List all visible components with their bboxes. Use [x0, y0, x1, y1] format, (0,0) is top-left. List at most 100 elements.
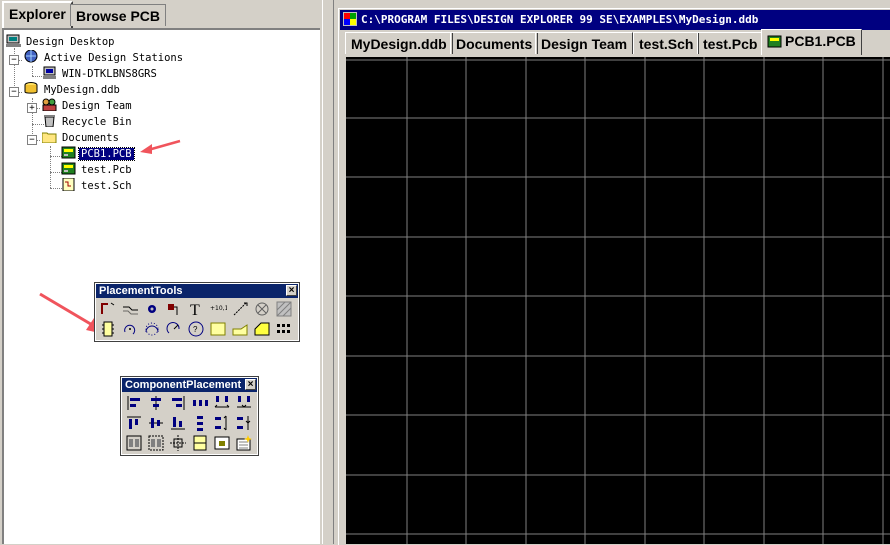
coordinate-pad-button[interactable]	[252, 300, 272, 318]
arrange-in-room-icon	[126, 435, 142, 451]
document-title: C:\PROGRAM FILES\DESIGN EXPLORER 99 SE\E…	[361, 13, 759, 26]
svg-text:?: ?	[193, 325, 198, 334]
tree-item-recycle-bin[interactable]: Recycle Bin	[42, 114, 134, 129]
desktop-icon	[6, 34, 21, 47]
document-title-bar[interactable]: C:\PROGRAM FILES\DESIGN EXPLORER 99 SE\E…	[340, 10, 890, 30]
pcb-file-icon	[767, 32, 782, 48]
tab-documents[interactable]: Documents	[450, 32, 539, 54]
tree-item-test-sch[interactable]: test.Sch	[61, 177, 134, 193]
make-vertical-spacing-equal-button[interactable]	[190, 414, 210, 432]
interactive-route-icon	[123, 306, 138, 315]
arc-any-button[interactable]	[164, 320, 184, 338]
track-icon	[101, 302, 115, 314]
align-bottom-icon	[171, 417, 185, 430]
track-button[interactable]	[98, 300, 118, 318]
tab-test-pcb[interactable]: test.Pcb	[697, 32, 764, 54]
increase-horizontal-spacing-button[interactable]	[212, 394, 232, 412]
arc-center-button[interactable]	[120, 320, 140, 338]
database-icon	[24, 82, 39, 95]
tree-item-design-desktop[interactable]: Design Desktop	[6, 34, 117, 49]
split-plane-icon	[254, 322, 270, 336]
align-bottom-button[interactable]	[168, 414, 188, 432]
string-button[interactable]: T	[186, 300, 206, 318]
component-placement-close-button[interactable]: ×	[245, 379, 256, 390]
collapse-database-toggle[interactable]: −	[9, 87, 19, 97]
arc-edge-button[interactable]	[142, 320, 162, 338]
move-to-grid-button[interactable]	[190, 434, 210, 452]
align-left-button[interactable]	[124, 394, 144, 412]
schematic-file-icon	[61, 177, 76, 192]
placement-tools-title[interactable]: PlacementTools ×	[96, 284, 298, 298]
polygon-button[interactable]	[230, 320, 250, 338]
arrange-outside-board-button[interactable]	[168, 434, 188, 452]
tree-item-test-pcb[interactable]: test.Pcb	[61, 162, 134, 177]
tab-design-team[interactable]: Design Team	[535, 32, 634, 54]
tree-item-documents[interactable]: Documents	[41, 130, 121, 145]
auto-place-icon	[236, 435, 252, 451]
open-folder-icon	[41, 130, 57, 144]
decrease-vertical-spacing-icon	[237, 416, 251, 430]
interactive-route-button[interactable]	[120, 300, 140, 318]
string-icon: T	[190, 302, 200, 318]
component-button[interactable]	[98, 320, 118, 338]
move-to-room-icon	[214, 436, 230, 450]
full-circle-button[interactable]: ?	[186, 320, 206, 338]
increase-vertical-spacing-button[interactable]	[212, 414, 232, 432]
placement-tools-toolbar[interactable]: PlacementTools× T +10,10?	[94, 282, 300, 342]
fill-hatch-button[interactable]	[274, 300, 294, 318]
tab-browse-pcb[interactable]: Browse PCB	[70, 4, 167, 26]
tree-item-mydesign-ddb[interactable]: MyDesign.ddb	[24, 82, 122, 97]
tree-item-pcb1-pcb[interactable]: PCB1.PCB	[61, 146, 135, 161]
align-horizontal-center-button[interactable]	[146, 394, 166, 412]
tab-explorer[interactable]: Explorer	[2, 1, 73, 28]
component-placement-title[interactable]: ComponentPlacement ×	[122, 378, 257, 392]
fill-button[interactable]	[208, 320, 228, 338]
arc-edge-icon	[145, 322, 159, 336]
explorer-tab-bar: Explorer Browse PCB	[0, 0, 326, 28]
tab-mydesign-ddb[interactable]: MyDesign.ddb	[345, 32, 453, 54]
design-team-icon	[42, 98, 57, 112]
pad-icon	[168, 304, 178, 315]
arrange-in-room-button[interactable]	[124, 434, 144, 452]
pcb-canvas[interactable]	[346, 57, 890, 544]
align-right-button[interactable]	[168, 394, 188, 412]
pane-splitter[interactable]	[322, 0, 334, 544]
align-top-button[interactable]	[124, 414, 144, 432]
tree-item-active-design-stations[interactable]: Active Design Stations	[24, 49, 185, 65]
expand-design-team-toggle[interactable]: +	[27, 103, 37, 113]
full-circle-icon: ?	[188, 321, 204, 337]
via-button[interactable]	[142, 300, 162, 318]
tab-pcb1-pcb[interactable]: PCB1.PCB	[761, 29, 862, 55]
tree-item-station[interactable]: WIN-DTKLBNS8GRS	[42, 66, 159, 81]
split-plane-button[interactable]	[252, 320, 272, 338]
collapse-stations-toggle[interactable]: −	[9, 55, 19, 65]
collapse-documents-toggle[interactable]: −	[27, 135, 37, 145]
tab-test-sch[interactable]: test.Sch	[633, 32, 700, 54]
increase-vertical-spacing-icon	[215, 415, 227, 431]
array-paste-button[interactable]	[274, 320, 294, 338]
dimension-button[interactable]	[230, 300, 250, 318]
polygon-icon	[232, 324, 248, 336]
component-placement-toolbar[interactable]: ComponentPlacement ×	[120, 376, 259, 456]
align-left-icon	[127, 396, 140, 410]
placement-tools-close-button[interactable]: ×	[286, 285, 297, 296]
align-right-icon	[172, 396, 185, 410]
increase-horizontal-spacing-icon	[214, 396, 230, 408]
pad-button[interactable]	[164, 300, 184, 318]
decrease-horizontal-spacing-button[interactable]	[234, 394, 254, 412]
make-vertical-spacing-equal-icon	[197, 416, 203, 431]
move-to-grid-icon	[193, 435, 207, 451]
arrange-in-rectangle-button[interactable]	[146, 434, 166, 452]
svg-text:+10,10: +10,10	[210, 305, 227, 312]
move-to-room-button[interactable]	[212, 434, 232, 452]
document-window-icon	[343, 12, 357, 26]
coordinate-button[interactable]: +10,10	[208, 300, 228, 318]
align-horizontal-center-icon	[151, 396, 161, 410]
decrease-vertical-spacing-button[interactable]	[234, 414, 254, 432]
annotation-arrow-icon	[140, 139, 181, 154]
tree-item-design-team[interactable]: Design Team	[42, 98, 134, 113]
auto-place-button[interactable]	[234, 434, 254, 452]
grid-lines	[346, 57, 890, 544]
make-horizontal-spacing-equal-button[interactable]	[190, 394, 210, 412]
align-vertical-center-button[interactable]	[146, 414, 166, 432]
